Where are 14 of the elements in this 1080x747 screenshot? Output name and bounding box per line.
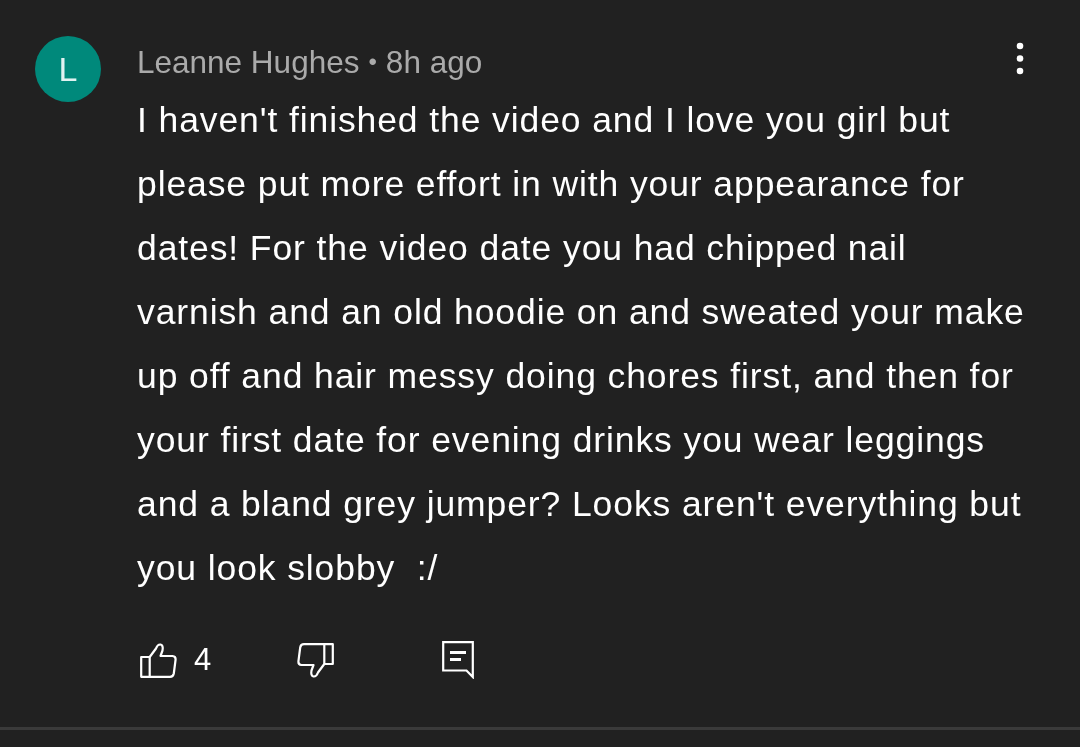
thumbs-down-icon <box>297 642 335 678</box>
more-options-button[interactable] <box>1016 42 1024 75</box>
comment-icon <box>442 641 475 679</box>
dislike-button[interactable] <box>297 642 335 678</box>
like-count: 4 <box>194 642 212 678</box>
timestamp: 8h ago <box>385 43 483 81</box>
like-button[interactable]: 4 <box>140 642 212 678</box>
author-name: Leanne Hughes <box>137 43 360 81</box>
avatar: L <box>35 36 101 102</box>
thumbs-up-icon <box>140 642 177 678</box>
reply-button[interactable] <box>442 641 475 679</box>
comment-text: I haven't finished the video and I love you girl but please put more effort in with your appearance for dates! For the video date you had chipped nail varnish and an old hoodie on and sweated your make up off and hair messy doing chores first, and then for your first date for evening drinks you wear leggings and a bland grey jumper? Looks aren't everything but you look slobby :/ <box>137 99 1026 590</box>
separator-dot: • <box>368 48 377 76</box>
more-options-icon <box>1016 42 1024 75</box>
